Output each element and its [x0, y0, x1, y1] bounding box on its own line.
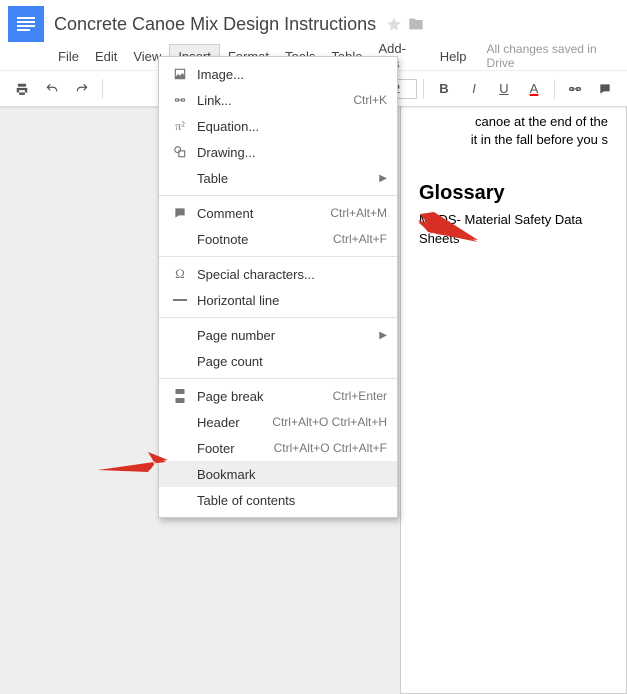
- menu-item-comment[interactable]: Comment Ctrl+Alt+M: [159, 200, 397, 226]
- image-icon: [169, 66, 191, 82]
- menu-shortcut: Ctrl+Alt+F: [333, 232, 387, 246]
- menu-label: Link...: [197, 93, 353, 108]
- body-text: it in the fall before you s: [459, 131, 608, 149]
- folder-icon[interactable]: [408, 16, 424, 32]
- msds-definition: MSDS- Material Safety Data Sheets: [419, 211, 608, 247]
- omega-icon: Ω: [169, 266, 191, 282]
- blank-icon: [169, 414, 191, 430]
- titlebar: Concrete Canoe Mix Design Instructions: [0, 0, 627, 42]
- star-icon[interactable]: [386, 16, 402, 32]
- menu-shortcut: Ctrl+Enter: [333, 389, 387, 403]
- drawing-icon: [169, 144, 191, 160]
- menu-item-horizontal-line[interactable]: Horizontal line: [159, 287, 397, 313]
- comment-icon: [169, 205, 191, 221]
- docs-app-icon[interactable]: [8, 6, 44, 42]
- menu-file[interactable]: File: [50, 45, 87, 68]
- page-break-icon: [169, 388, 191, 404]
- menu-label: Header: [197, 415, 272, 430]
- submenu-arrow-icon: ▶: [379, 173, 387, 184]
- menu-label: Footnote: [197, 232, 333, 247]
- blank-icon: [169, 170, 191, 186]
- equation-icon: π²: [169, 118, 191, 134]
- print-button[interactable]: [8, 77, 36, 101]
- menu-separator: [159, 195, 397, 196]
- menu-separator: [159, 378, 397, 379]
- menu-edit[interactable]: Edit: [87, 45, 125, 68]
- menu-help[interactable]: Help: [432, 45, 475, 68]
- blank-icon: [169, 440, 191, 456]
- underline-button[interactable]: U: [490, 77, 518, 101]
- menu-shortcut: Ctrl+Alt+O Ctrl+Alt+F: [274, 441, 387, 455]
- blank-icon: [169, 466, 191, 482]
- blank-icon: [169, 231, 191, 247]
- link-icon: [169, 92, 191, 108]
- toolbar-separator: [423, 79, 424, 99]
- bold-button[interactable]: B: [430, 77, 458, 101]
- menu-item-footnote[interactable]: Footnote Ctrl+Alt+F: [159, 226, 397, 252]
- menu-item-equation[interactable]: π² Equation...: [159, 113, 397, 139]
- undo-button[interactable]: [38, 77, 66, 101]
- text-color-button[interactable]: A: [520, 77, 548, 101]
- menu-label: Drawing...: [197, 145, 387, 160]
- blank-icon: [169, 327, 191, 343]
- menu-item-toc[interactable]: Table of contents: [159, 487, 397, 513]
- body-text: canoe at the end of the: [459, 113, 608, 131]
- blank-icon: [169, 492, 191, 508]
- menu-item-drawing[interactable]: Drawing...: [159, 139, 397, 165]
- menu-item-page-number[interactable]: Page number ▶: [159, 322, 397, 348]
- menu-item-page-break[interactable]: Page break Ctrl+Enter: [159, 383, 397, 409]
- menu-separator: [159, 317, 397, 318]
- menu-item-footer[interactable]: Footer Ctrl+Alt+O Ctrl+Alt+F: [159, 435, 397, 461]
- insert-link-button[interactable]: [561, 77, 589, 101]
- insert-menu-dropdown: Image... Link... Ctrl+K π² Equation... D…: [158, 56, 398, 518]
- menu-label: Page count: [197, 354, 387, 369]
- menu-item-header[interactable]: Header Ctrl+Alt+O Ctrl+Alt+H: [159, 409, 397, 435]
- menu-label: Table of contents: [197, 493, 387, 508]
- save-status: All changes saved in Drive: [487, 42, 619, 70]
- menu-shortcut: Ctrl+Alt+M: [330, 206, 387, 220]
- toolbar-separator: [554, 79, 555, 99]
- menu-label: Image...: [197, 67, 387, 82]
- menu-item-table[interactable]: Table ▶: [159, 165, 397, 191]
- menu-label: Footer: [197, 441, 274, 456]
- menu-label: Page number: [197, 328, 379, 343]
- menu-label: Special characters...: [197, 267, 387, 282]
- doc-title[interactable]: Concrete Canoe Mix Design Instructions: [54, 14, 376, 35]
- menu-label: Table: [197, 171, 379, 186]
- heading-glossary: Glossary: [419, 179, 608, 207]
- menu-label: Bookmark: [197, 467, 387, 482]
- submenu-arrow-icon: ▶: [379, 330, 387, 341]
- menu-shortcut: Ctrl+Alt+O Ctrl+Alt+H: [272, 415, 387, 429]
- menu-item-link[interactable]: Link... Ctrl+K: [159, 87, 397, 113]
- menu-label: Equation...: [197, 119, 387, 134]
- hline-icon: [169, 292, 191, 308]
- menu-item-bookmark[interactable]: Bookmark: [159, 461, 397, 487]
- menu-item-image[interactable]: Image...: [159, 61, 397, 87]
- italic-button[interactable]: I: [460, 77, 488, 101]
- document-page[interactable]: canoe at the end of the it in the fall b…: [400, 94, 627, 694]
- menu-shortcut: Ctrl+K: [353, 93, 387, 107]
- menu-label: Page break: [197, 389, 333, 404]
- menu-label: Horizontal line: [197, 293, 387, 308]
- redo-button[interactable]: [68, 77, 96, 101]
- toolbar-separator: [102, 79, 103, 99]
- blank-icon: [169, 353, 191, 369]
- menu-item-page-count[interactable]: Page count: [159, 348, 397, 374]
- menu-label: Comment: [197, 206, 330, 221]
- menu-separator: [159, 256, 397, 257]
- insert-comment-button[interactable]: [591, 77, 619, 101]
- menu-item-special-chars[interactable]: Ω Special characters...: [159, 261, 397, 287]
